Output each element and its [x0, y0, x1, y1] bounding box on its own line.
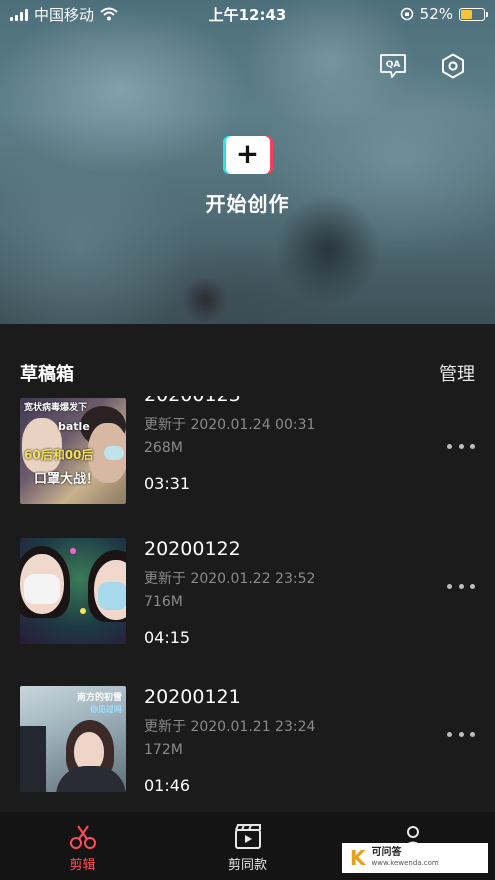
watermark: K 可问答 www.kewenda.com: [342, 843, 488, 873]
draft-item[interactable]: 南方的初雪 你见过吗 20200121 更新于 2020.01.21 23:24…: [0, 686, 495, 795]
watermark-name: 可问答: [371, 847, 402, 858]
background-figure-small: [170, 265, 240, 324]
draft-size: 172M: [144, 742, 183, 758]
watermark-url: www.kewenda.com: [371, 859, 439, 867]
start-creating-label: 开始创作: [205, 192, 290, 216]
status-bar: 中国移动 上午12:43 52%: [0, 0, 495, 28]
draft-name: 20200123: [144, 396, 315, 406]
drafts-section: 草稿箱 管理 宽状病毒爆发下 batle 60后和00后 口罩大战！ 20200…: [0, 324, 495, 812]
cellular-signal-icon: [10, 8, 28, 21]
battery-icon: [459, 7, 488, 21]
draft-duration: 04:15: [144, 628, 191, 647]
draft-updated-time: 更新于 2020.01.21 23:24: [144, 719, 316, 735]
carrier-name: 中国移动: [34, 5, 95, 24]
draft-duration: 01:46: [144, 776, 191, 795]
tab-edit-label: 剪辑: [69, 858, 96, 873]
manage-button[interactable]: 管理: [439, 360, 475, 386]
draft-name: 20200121: [144, 686, 241, 708]
draft-updated-time: 更新于 2020.01.24 00:31: [144, 417, 316, 433]
start-creating-button[interactable]: + 开始创作: [0, 136, 495, 217]
wifi-icon: [100, 7, 118, 21]
draft-item[interactable]: 20200122 更新于 2020.01.22 23:52 716M 04:15: [0, 538, 495, 647]
drafts-title: 草稿箱: [20, 364, 74, 385]
tab-edit[interactable]: 剪辑: [0, 812, 165, 880]
more-dot-icon: [447, 583, 452, 589]
draft-thumbnail: 南方的初雪 你见过吗: [20, 686, 126, 792]
hero-banner: 中国移动 上午12:43 52% QA + 开始创作: [0, 0, 495, 324]
draft-item[interactable]: 宽状病毒爆发下 batle 60后和00后 口罩大战！ 20200123 更新于…: [0, 396, 495, 506]
svg-text:QA: QA: [386, 60, 401, 70]
draft-size: 716M: [144, 594, 183, 610]
watermark-logo: K: [350, 846, 366, 870]
draft-updated-time: 更新于 2020.01.22 23:52: [144, 571, 316, 587]
add-project-icon: +: [225, 136, 270, 174]
tab-templates-label: 剪同款: [227, 858, 267, 873]
settings-icon: [442, 53, 464, 79]
more-options-button[interactable]: [447, 578, 475, 594]
more-dot-icon: [447, 731, 452, 737]
more-dot-icon: [447, 443, 452, 449]
draft-thumbnail: [20, 538, 126, 644]
scissors-icon: [69, 825, 96, 849]
more-options-button[interactable]: [447, 438, 475, 454]
battery-percent: 52%: [419, 5, 453, 23]
tab-templates[interactable]: 剪同款: [165, 812, 330, 880]
draft-name: 20200122: [144, 538, 241, 560]
draft-duration: 03:31: [144, 474, 191, 493]
draft-thumbnail: 宽状病毒爆发下 batle 60后和00后 口罩大战！: [20, 398, 126, 504]
draft-size: 268M: [144, 440, 183, 456]
qa-icon: QA: [380, 54, 406, 78]
more-options-button[interactable]: [447, 726, 475, 742]
clapperboard-icon: [234, 824, 261, 849]
settings-button[interactable]: [439, 52, 467, 80]
drafts-list[interactable]: 宽状病毒爆发下 batle 60后和00后 口罩大战！ 20200123 更新于…: [0, 396, 495, 812]
orientation-lock-icon: [400, 7, 413, 21]
qa-button[interactable]: QA: [379, 52, 407, 80]
